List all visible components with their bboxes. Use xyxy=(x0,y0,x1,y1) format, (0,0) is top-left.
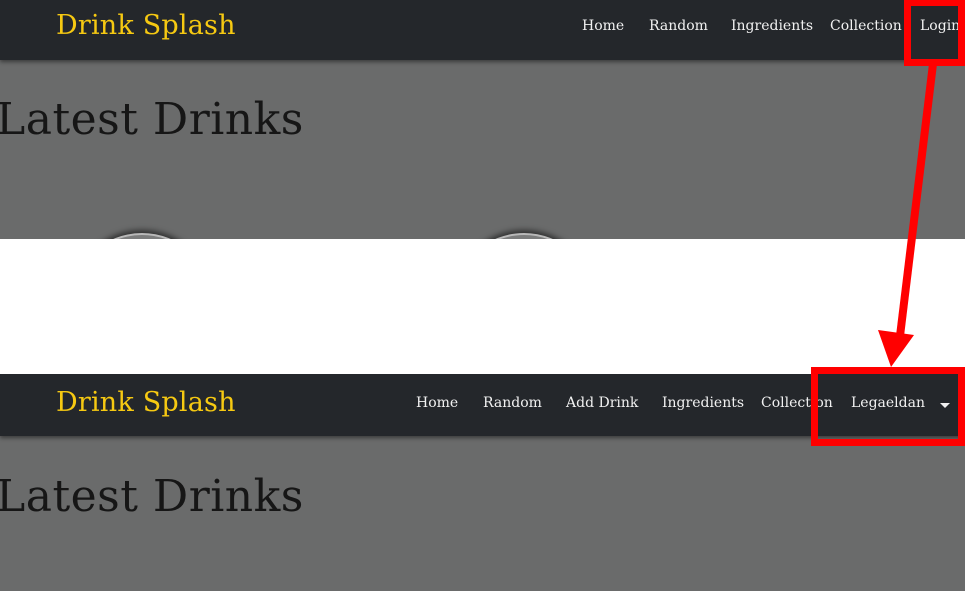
page-title: Latest Drinks xyxy=(0,471,304,522)
navbar: Drink Splash Home Random Ingredients Col… xyxy=(0,0,965,60)
nav-add-drink[interactable]: Add Drink xyxy=(566,395,638,411)
nav-collection[interactable]: Collection xyxy=(830,18,902,34)
highlight-user-box xyxy=(811,367,965,446)
page-title: Latest Drinks xyxy=(0,94,304,145)
nav-home[interactable]: Home xyxy=(582,18,624,34)
brand-logo[interactable]: Drink Splash xyxy=(56,387,236,418)
screenshot-logged-out: Drink Splash Home Random Ingredients Col… xyxy=(0,0,965,239)
nav-random[interactable]: Random xyxy=(483,395,542,411)
nav-home[interactable]: Home xyxy=(416,395,458,411)
drink-card-image[interactable] xyxy=(70,233,214,239)
nav-ingredients[interactable]: Ingredients xyxy=(731,18,813,34)
nav-ingredients[interactable]: Ingredients xyxy=(662,395,744,411)
nav-random[interactable]: Random xyxy=(649,18,708,34)
drink-card-image[interactable] xyxy=(452,233,596,239)
brand-logo[interactable]: Drink Splash xyxy=(56,10,236,41)
highlight-login-box xyxy=(904,0,965,66)
